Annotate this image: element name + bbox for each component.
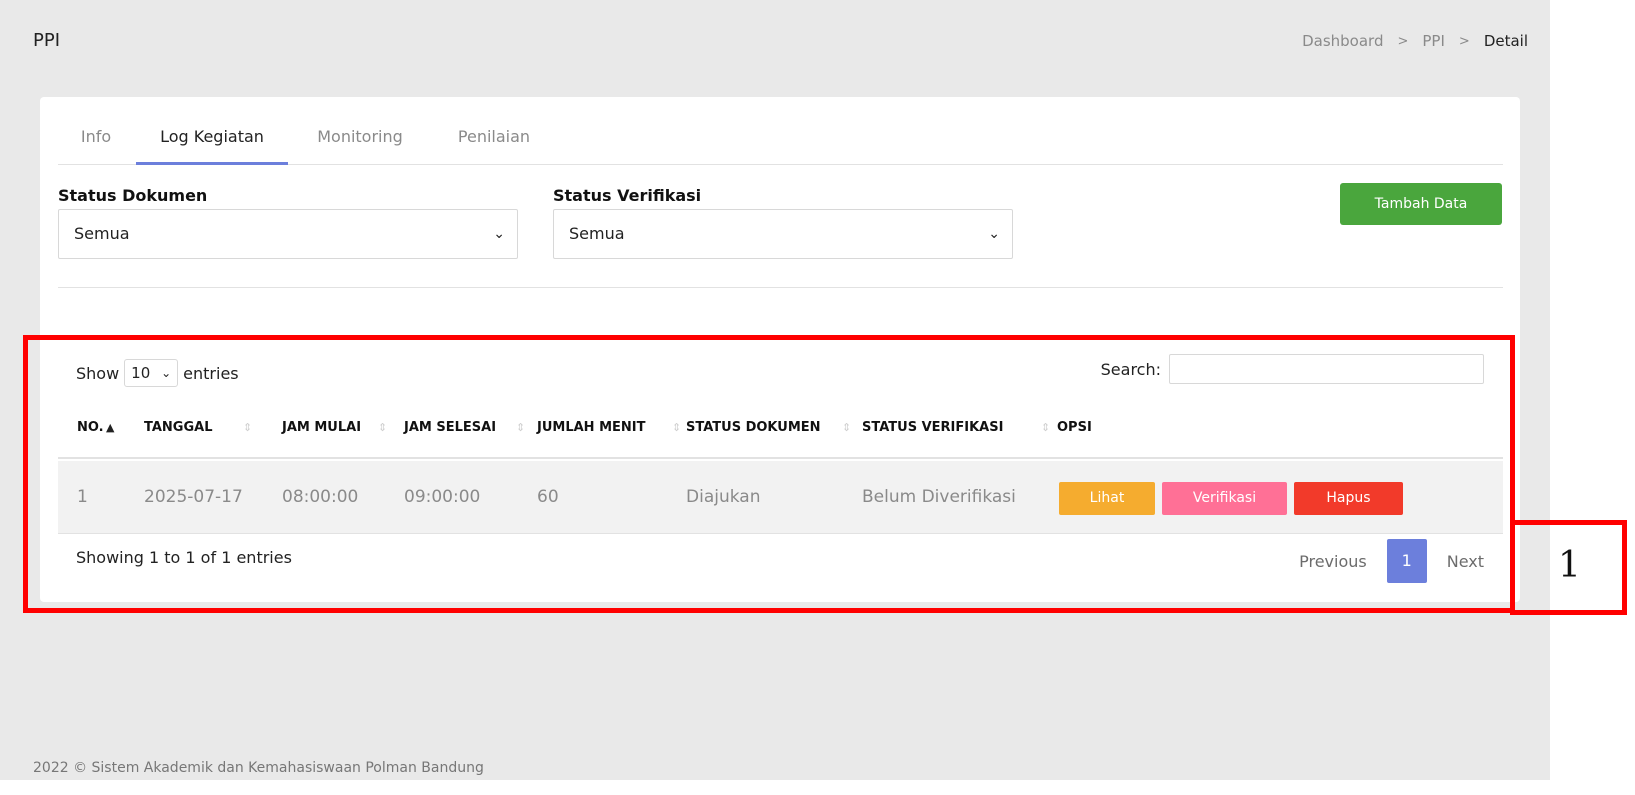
chevron-right-icon: >	[1397, 33, 1409, 49]
annotation-marker: 1	[1558, 545, 1581, 586]
status-verifikasi-select[interactable]: Semua ⌄	[553, 209, 1013, 259]
breadcrumb-dashboard[interactable]: Dashboard	[1302, 32, 1383, 50]
footer-copyright: 2022 © Sistem Akademik dan Kemahasiswaan…	[33, 760, 484, 776]
highlight-box	[23, 335, 1515, 613]
tab-info[interactable]: Info	[58, 123, 134, 165]
tab-log-kegiatan[interactable]: Log Kegiatan	[136, 123, 288, 165]
divider	[58, 287, 1503, 288]
chevron-down-icon: ⌄	[988, 226, 1000, 242]
page-title: PPI	[33, 30, 61, 51]
chevron-right-icon: >	[1458, 33, 1470, 49]
tab-penilaian[interactable]: Penilaian	[432, 123, 556, 165]
tambah-data-button[interactable]: Tambah Data	[1340, 183, 1502, 225]
status-verifikasi-label: Status Verifikasi	[553, 186, 702, 205]
breadcrumb-ppi[interactable]: PPI	[1422, 32, 1445, 50]
breadcrumb: Dashboard > PPI > Detail	[1302, 32, 1528, 50]
tab-bar: Info Log Kegiatan Monitoring Penilaian	[58, 123, 1503, 165]
tab-monitoring[interactable]: Monitoring	[288, 123, 432, 165]
status-dokumen-value: Semua	[74, 224, 130, 243]
breadcrumb-detail: Detail	[1483, 32, 1528, 50]
status-verifikasi-value: Semua	[569, 224, 625, 243]
status-dokumen-select[interactable]: Semua ⌄	[58, 209, 518, 259]
chevron-down-icon: ⌄	[493, 226, 505, 242]
status-dokumen-label: Status Dokumen	[58, 186, 208, 205]
